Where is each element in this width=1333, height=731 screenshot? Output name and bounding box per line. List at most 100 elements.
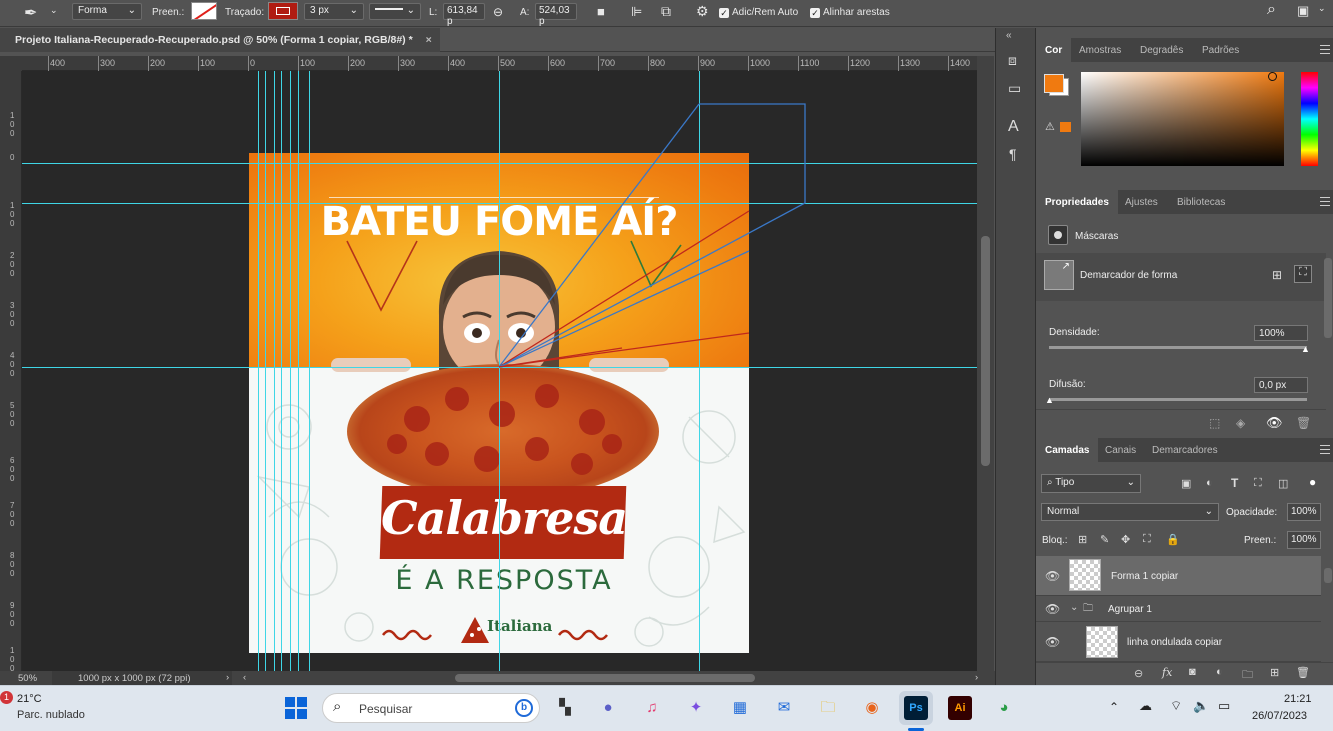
scroll-thumb[interactable] (981, 236, 990, 466)
opacity-input[interactable]: 100% (1287, 503, 1321, 521)
foreground-color-swatch[interactable] (1044, 74, 1064, 93)
trash-icon[interactable]: 🗑 (1296, 416, 1311, 430)
file-explorer-icon[interactable]: 🗀 (814, 694, 842, 722)
battery-icon[interactable]: ▭ (1218, 698, 1230, 714)
collapse-icon[interactable]: « (1006, 30, 1012, 41)
mail-icon[interactable]: ✉ (770, 694, 798, 722)
new-group-icon[interactable]: 🗀 (1242, 666, 1253, 685)
chevron-right-icon[interactable]: › (975, 672, 978, 683)
copilot-icon[interactable]: ✦ (682, 694, 710, 722)
link-icon[interactable]: ⊖ (493, 5, 503, 19)
chevron-down-icon[interactable]: ⌄ (50, 5, 58, 16)
layer-filter-select[interactable]: ⌕ Tipo ⌄ (1041, 474, 1141, 493)
chevron-down-icon[interactable]: ⌄ (1070, 602, 1078, 613)
notification-badge[interactable]: 1 (0, 691, 13, 704)
store-icon[interactable]: ▦ (726, 694, 754, 722)
close-icon[interactable]: × (426, 34, 432, 46)
gamut-warning-icon[interactable]: ⚠ (1045, 120, 1055, 133)
pen-tool-icon[interactable]: ✒ (24, 3, 37, 23)
tab-paths[interactable]: Demarcadores (1143, 438, 1227, 462)
lock-brush-icon[interactable]: ✎ (1100, 533, 1109, 546)
add-mask-icon[interactable]: ⊞ (1272, 268, 1282, 282)
feather-input[interactable]: 0,0 px (1254, 377, 1308, 393)
cloud-icon[interactable]: ☁ (1139, 698, 1152, 714)
windows-start-icon[interactable] (285, 697, 307, 719)
weather-desc[interactable]: Parc. nublado (17, 709, 85, 721)
chrome-icon[interactable]: ◕ (990, 694, 1018, 722)
zoom-level[interactable]: 50% (18, 673, 37, 684)
tab-channels[interactable]: Canais (1096, 438, 1145, 462)
chat-icon[interactable]: ● (594, 694, 622, 722)
shape-mode-select[interactable]: Forma ⌄ (72, 3, 142, 20)
tab-color[interactable]: Cor (1036, 38, 1072, 62)
path-operations-icon[interactable]: ■ (597, 4, 605, 19)
width-input[interactable]: 613,84 p (443, 3, 485, 27)
itunes-icon[interactable]: ♫ (638, 694, 666, 722)
density-slider[interactable] (1049, 346, 1307, 349)
layer-row-group[interactable]: 👁 ⌄ 🗀 Agrupar 1 (1036, 596, 1321, 622)
eye-icon[interactable]: 👁 (1266, 415, 1283, 431)
slider-handle-icon[interactable]: ▲ (1301, 344, 1310, 354)
layer-row[interactable]: 👁 linha ondulada copiar (1036, 622, 1321, 662)
panel-menu-icon[interactable] (1320, 445, 1330, 454)
filter-shape-icon[interactable]: ⛶ (1254, 477, 1262, 490)
chevron-right-icon[interactable]: › (226, 672, 229, 683)
vertical-ruler[interactable]: 10001002003004005006007008009001000 (0, 71, 22, 682)
load-selection-icon[interactable]: ⬚ (1209, 416, 1220, 430)
feather-slider[interactable] (1049, 398, 1307, 401)
taskbar-search-box[interactable]: ⌕ Pesquisar b (322, 693, 540, 723)
lock-all-icon[interactable]: 🔒 (1166, 533, 1180, 546)
tab-patterns[interactable]: Padrões (1193, 38, 1248, 62)
hue-slider[interactable] (1301, 72, 1318, 166)
lock-transparency-icon[interactable]: ⊞ (1078, 533, 1087, 546)
comment-icon[interactable]: ▭ (1008, 80, 1021, 97)
stroke-size-select[interactable]: 3 px ⌄ (304, 3, 364, 20)
height-input[interactable]: 524,03 p (535, 3, 577, 27)
slider-handle-icon[interactable]: ▲ (1045, 395, 1054, 405)
tab-adjustments[interactable]: Ajustes (1116, 190, 1167, 214)
paragraph-icon[interactable]: ¶ (1009, 146, 1017, 162)
layer-style-icon[interactable]: fx (1162, 666, 1172, 679)
trash-icon[interactable]: 🗑 (1296, 666, 1310, 679)
apply-mask-icon[interactable]: ◈ (1236, 416, 1245, 430)
selected-shape-path[interactable] (22, 71, 977, 671)
layers-scrollbar[interactable] (1324, 568, 1332, 583)
horizontal-ruler[interactable]: 400 300 200 100 0 100 200 300 400 500 600 700 800 900… (22, 56, 977, 71)
chevron-left-icon[interactable]: ‹ (243, 672, 246, 683)
clock-time[interactable]: 21:21 (1284, 693, 1312, 705)
firefox-icon[interactable]: ◉ (858, 694, 886, 722)
gear-icon[interactable]: ⚙ (696, 3, 709, 20)
horizontal-scroll-thumb[interactable] (455, 674, 755, 682)
fill-swatch[interactable] (191, 2, 217, 20)
task-view-icon[interactable]: ▚ (551, 694, 579, 722)
properties-scrollbar[interactable] (1324, 258, 1332, 338)
workspace-icon[interactable]: ▣ (1297, 3, 1309, 19)
filter-adjustment-icon[interactable]: ◐ (1206, 477, 1213, 489)
illustrator-taskbar-button[interactable]: Ai (946, 694, 974, 722)
tab-libraries[interactable]: Bibliotecas (1168, 190, 1234, 214)
path-arrangement-icon[interactable]: ⧉ (661, 3, 671, 20)
history-icon[interactable]: ⧈ (1008, 52, 1017, 69)
layer-row-selected[interactable]: 👁 Forma 1 copiar (1036, 556, 1321, 596)
canvas-area[interactable]: BATEU FOME AÍ? Calabresa É A RESPOSTA It… (22, 71, 977, 671)
tab-swatches[interactable]: Amostras (1070, 38, 1130, 62)
gamut-color-swatch[interactable] (1060, 122, 1071, 132)
tab-gradients[interactable]: Degradês (1131, 38, 1192, 62)
select-path-icon[interactable]: ⛶ (1294, 265, 1312, 283)
character-icon[interactable]: A (1008, 118, 1019, 136)
filter-smart-object-icon[interactable]: ◫ (1278, 477, 1288, 490)
color-field[interactable] (1081, 72, 1284, 166)
auto-add-remove-checkbox[interactable]: ✓ Adic/Rem Auto (719, 7, 798, 18)
wifi-icon[interactable]: ⌔ (1170, 698, 1182, 714)
tab-properties[interactable]: Propriedades (1036, 190, 1118, 214)
search-icon[interactable]: ⌕ (1267, 1, 1276, 19)
photoshop-taskbar-button[interactable]: Ps (899, 691, 933, 725)
eye-icon[interactable]: 👁 (1045, 569, 1060, 583)
eye-icon[interactable]: 👁 (1045, 602, 1060, 616)
volume-icon[interactable]: 🔈 (1193, 698, 1209, 714)
blend-mode-select[interactable]: Normal ⌄ (1041, 503, 1219, 521)
panel-menu-icon[interactable] (1320, 197, 1330, 206)
clock-date[interactable]: 26/07/2023 (1252, 710, 1307, 722)
filter-toggle-icon[interactable]: ● (1309, 475, 1316, 489)
align-edges-checkbox[interactable]: ✓ Alinhar arestas (810, 7, 890, 18)
